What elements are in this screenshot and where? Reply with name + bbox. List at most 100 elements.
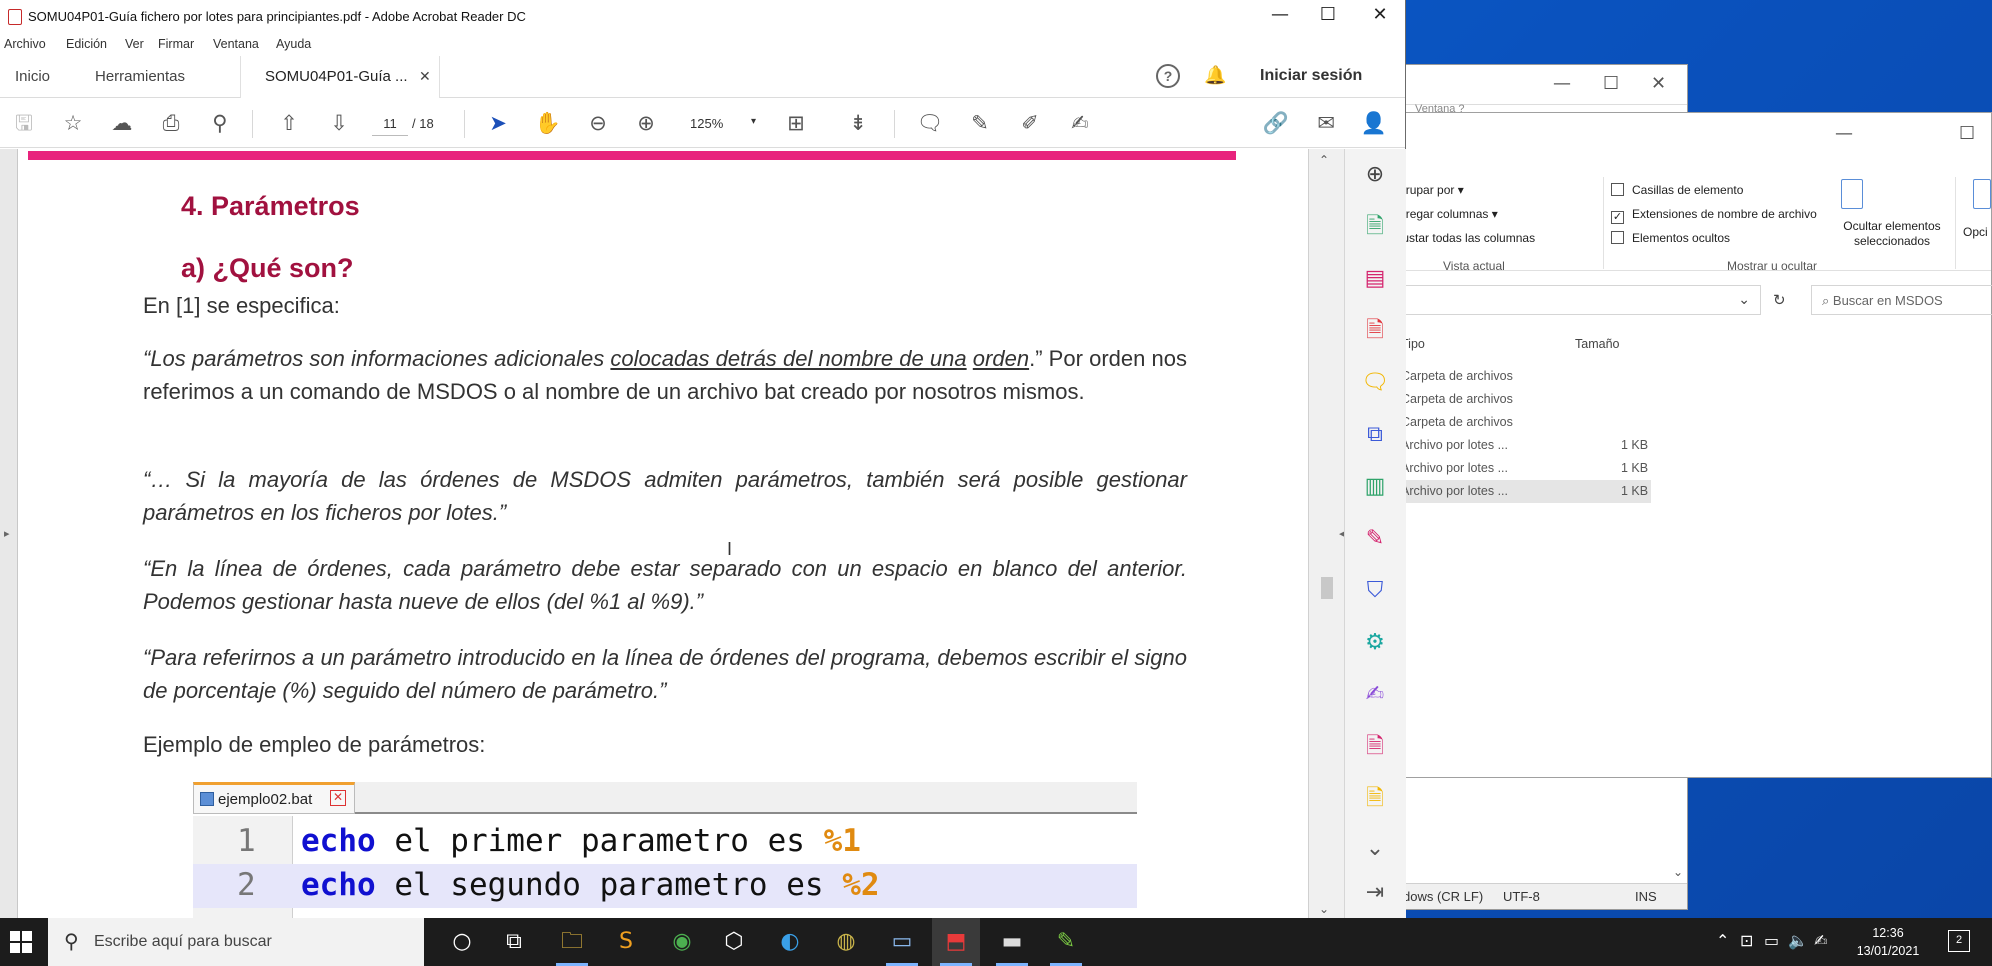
task-view-icon[interactable]: ⧉ <box>490 918 538 966</box>
zoom-out-icon[interactable]: ⊖ <box>584 110 612 138</box>
terminal-icon[interactable]: ▬ <box>988 918 1036 966</box>
maximize-icon[interactable]: ☐ <box>1959 123 1975 144</box>
cloud-upload-icon[interactable]: ☁ <box>108 110 136 138</box>
close-icon[interactable]: ✕ <box>1651 73 1666 94</box>
hide-selected-icon[interactable] <box>1841 179 1863 209</box>
edge-icon[interactable]: ◐ <box>766 918 814 966</box>
create-pdf-icon[interactable]: 🗎 <box>1360 213 1390 243</box>
highlight-icon[interactable]: ✎ <box>966 110 994 138</box>
export-pdf-icon[interactable]: 🗎 <box>1360 317 1390 347</box>
page-number-input[interactable]: 11 <box>372 112 408 136</box>
protect-icon[interactable]: ⛉ <box>1360 577 1390 607</box>
expand-panel-icon[interactable]: ▸ <box>4 527 10 540</box>
draw-icon[interactable]: ✐ <box>1016 110 1044 138</box>
left-panel-toggle[interactable]: ▸ <box>0 149 18 918</box>
hide-selected-button[interactable]: Ocultar elementos seleccionados <box>1837 219 1947 249</box>
acrobat-icon[interactable]: ⬒ <box>932 918 980 966</box>
volume-icon[interactable]: 🔈 <box>1788 931 1808 950</box>
minimize-icon[interactable]: — <box>1553 73 1571 94</box>
app-icon[interactable]: ◍ <box>822 918 870 966</box>
explorer-window[interactable]: — ☐ ▤ Agrupar por ▾ ▥ Agregar columnas ▾… <box>1370 112 1992 778</box>
menu-ventana[interactable]: Ventana <box>213 37 259 51</box>
zoom-select[interactable]: 125% ▾ <box>684 112 756 136</box>
acrobat-titlebar[interactable]: SOMU04P01-Guía fichero por lotes para pr… <box>0 0 1405 34</box>
scroll-thumb[interactable] <box>1321 577 1333 599</box>
file-row[interactable]: Carpeta de archivos <box>1371 411 1651 434</box>
acrobat-window[interactable]: SOMU04P01-Guía fichero por lotes para pr… <box>0 0 1406 918</box>
organize-pages-icon[interactable]: ▤ <box>1360 265 1390 295</box>
compress-pdf-icon[interactable]: ▥ <box>1360 473 1390 503</box>
file-row[interactable]: Carpeta de archivos <box>1371 365 1651 388</box>
vertical-scrollbar[interactable]: ⌃ ◂ ⌄ <box>1308 149 1345 918</box>
help-icon[interactable]: ? <box>1156 64 1180 88</box>
file-row[interactable]: Archivo por lotes ... 1 KB <box>1371 457 1651 480</box>
file-row[interactable]: Carpeta de archivos <box>1371 388 1651 411</box>
email-icon[interactable]: ✉ <box>1312 110 1340 138</box>
scroll-mode-icon[interactable]: ⇟ <box>844 110 872 138</box>
menu-edicion[interactable]: Edición <box>66 37 107 51</box>
address-bar[interactable]: ⌄ <box>1371 285 1761 315</box>
options-button[interactable]: Opci <box>1963 225 1988 239</box>
close-tab-icon[interactable]: ✕ <box>419 68 431 85</box>
explorer-titlebar[interactable]: — ☐ <box>1371 113 1991 159</box>
network-icon[interactable]: ⊡ <box>1740 931 1753 950</box>
pen-icon[interactable]: ✍ <box>1814 931 1827 950</box>
request-signature-icon[interactable]: ✍ <box>1360 681 1390 711</box>
sign-in-button[interactable]: Iniciar sesión <box>1260 67 1362 85</box>
send-for-signature-icon[interactable]: ⚙ <box>1360 629 1390 659</box>
checkbox-checked-icon[interactable]: ✓ <box>1611 211 1624 224</box>
item-checkboxes-toggle[interactable]: Casillas de elemento <box>1611 183 1743 197</box>
file-row[interactable]: Archivo por lotes ... 1 KB <box>1371 434 1651 457</box>
tab-herramientas[interactable]: Herramientas <box>95 68 185 85</box>
search-icon[interactable]: ⚲ <box>206 110 234 138</box>
options-icon[interactable] <box>1973 179 1991 209</box>
fill-sign-icon[interactable]: ✍ <box>1066 110 1094 138</box>
file-row-selected[interactable]: Archivo por lotes ... 1 KB <box>1371 480 1651 503</box>
combine-files-icon[interactable]: ⧉ <box>1360 421 1390 451</box>
display-icon[interactable]: ▭ <box>1764 931 1779 950</box>
next-page-icon[interactable]: ⇩ <box>325 110 353 138</box>
more-tools-icon[interactable]: 🗎 <box>1360 785 1390 815</box>
maximize-icon[interactable]: ☐ <box>1308 4 1348 25</box>
start-button[interactable] <box>10 931 32 953</box>
explorer-search-input[interactable]: ⌕ Buscar en MSDOS <box>1811 285 1992 315</box>
scroll-up-icon[interactable]: ⌃ <box>1319 153 1329 167</box>
menu-ayuda[interactable]: Ayuda <box>276 37 311 51</box>
fill-sign-tool-icon[interactable]: ✎ <box>1360 525 1390 555</box>
notification-icon[interactable]: 2 <box>1948 930 1970 952</box>
virtualbox-icon[interactable]: ⬡ <box>710 918 758 966</box>
select-cursor-icon[interactable]: ➤ <box>484 110 512 138</box>
menu-firmar[interactable]: Firmar <box>158 37 194 51</box>
tab-document[interactable]: SOMU04P01-Guía ... ✕ <box>240 56 440 98</box>
checkbox-icon[interactable] <box>1611 183 1624 196</box>
add-user-icon[interactable]: 👤 <box>1360 110 1388 138</box>
print-icon[interactable]: ⎙ <box>157 110 185 138</box>
hidden-items-toggle[interactable]: Elementos ocultos <box>1611 231 1730 245</box>
sublime-text-icon[interactable]: S <box>602 918 650 966</box>
comment-tool-icon[interactable]: 🗨 <box>1360 369 1390 399</box>
maximize-icon[interactable]: ☐ <box>1603 73 1619 94</box>
menu-archivo[interactable]: Archivo <box>4 37 46 51</box>
scroll-down-icon[interactable]: ⌄ <box>1319 902 1329 916</box>
page-display-icon[interactable]: ⊞ <box>782 110 810 138</box>
comment-icon[interactable]: 🗨 <box>916 110 944 138</box>
minimize-icon[interactable]: — <box>1835 123 1853 144</box>
chevron-up-icon[interactable]: ⌃ <box>1716 931 1729 950</box>
hand-tool-icon[interactable]: ✋ <box>534 110 562 138</box>
file-explorer-icon[interactable]: 🗀 <box>548 918 596 966</box>
chrome-icon[interactable]: ◉ <box>658 918 706 966</box>
taskbar-search-input[interactable]: ⚲ Escribe aquí para buscar <box>48 918 424 966</box>
chevron-down-icon[interactable]: ⌄ <box>1738 291 1750 308</box>
save-icon[interactable]: 🖫 <box>10 110 38 138</box>
share-link-icon[interactable]: 🔗 <box>1262 110 1290 138</box>
bell-icon[interactable]: 🔔 <box>1204 65 1226 86</box>
minimize-icon[interactable]: — <box>1260 4 1300 25</box>
clock[interactable]: 12:36 13/01/2021 <box>1848 924 1928 960</box>
remote-desktop-icon[interactable]: ▭ <box>878 918 926 966</box>
notepad-plus-icon[interactable]: ✎ <box>1042 918 1090 966</box>
previous-page-icon[interactable]: ⇧ <box>275 110 303 138</box>
cortana-icon[interactable]: ○ <box>438 918 486 966</box>
expand-tools-icon[interactable]: ⌄ <box>1360 835 1390 865</box>
file-extensions-toggle[interactable]: ✓ Extensiones de nombre de archivo <box>1611 207 1817 224</box>
column-header-size[interactable]: Tamaño <box>1575 337 1619 351</box>
